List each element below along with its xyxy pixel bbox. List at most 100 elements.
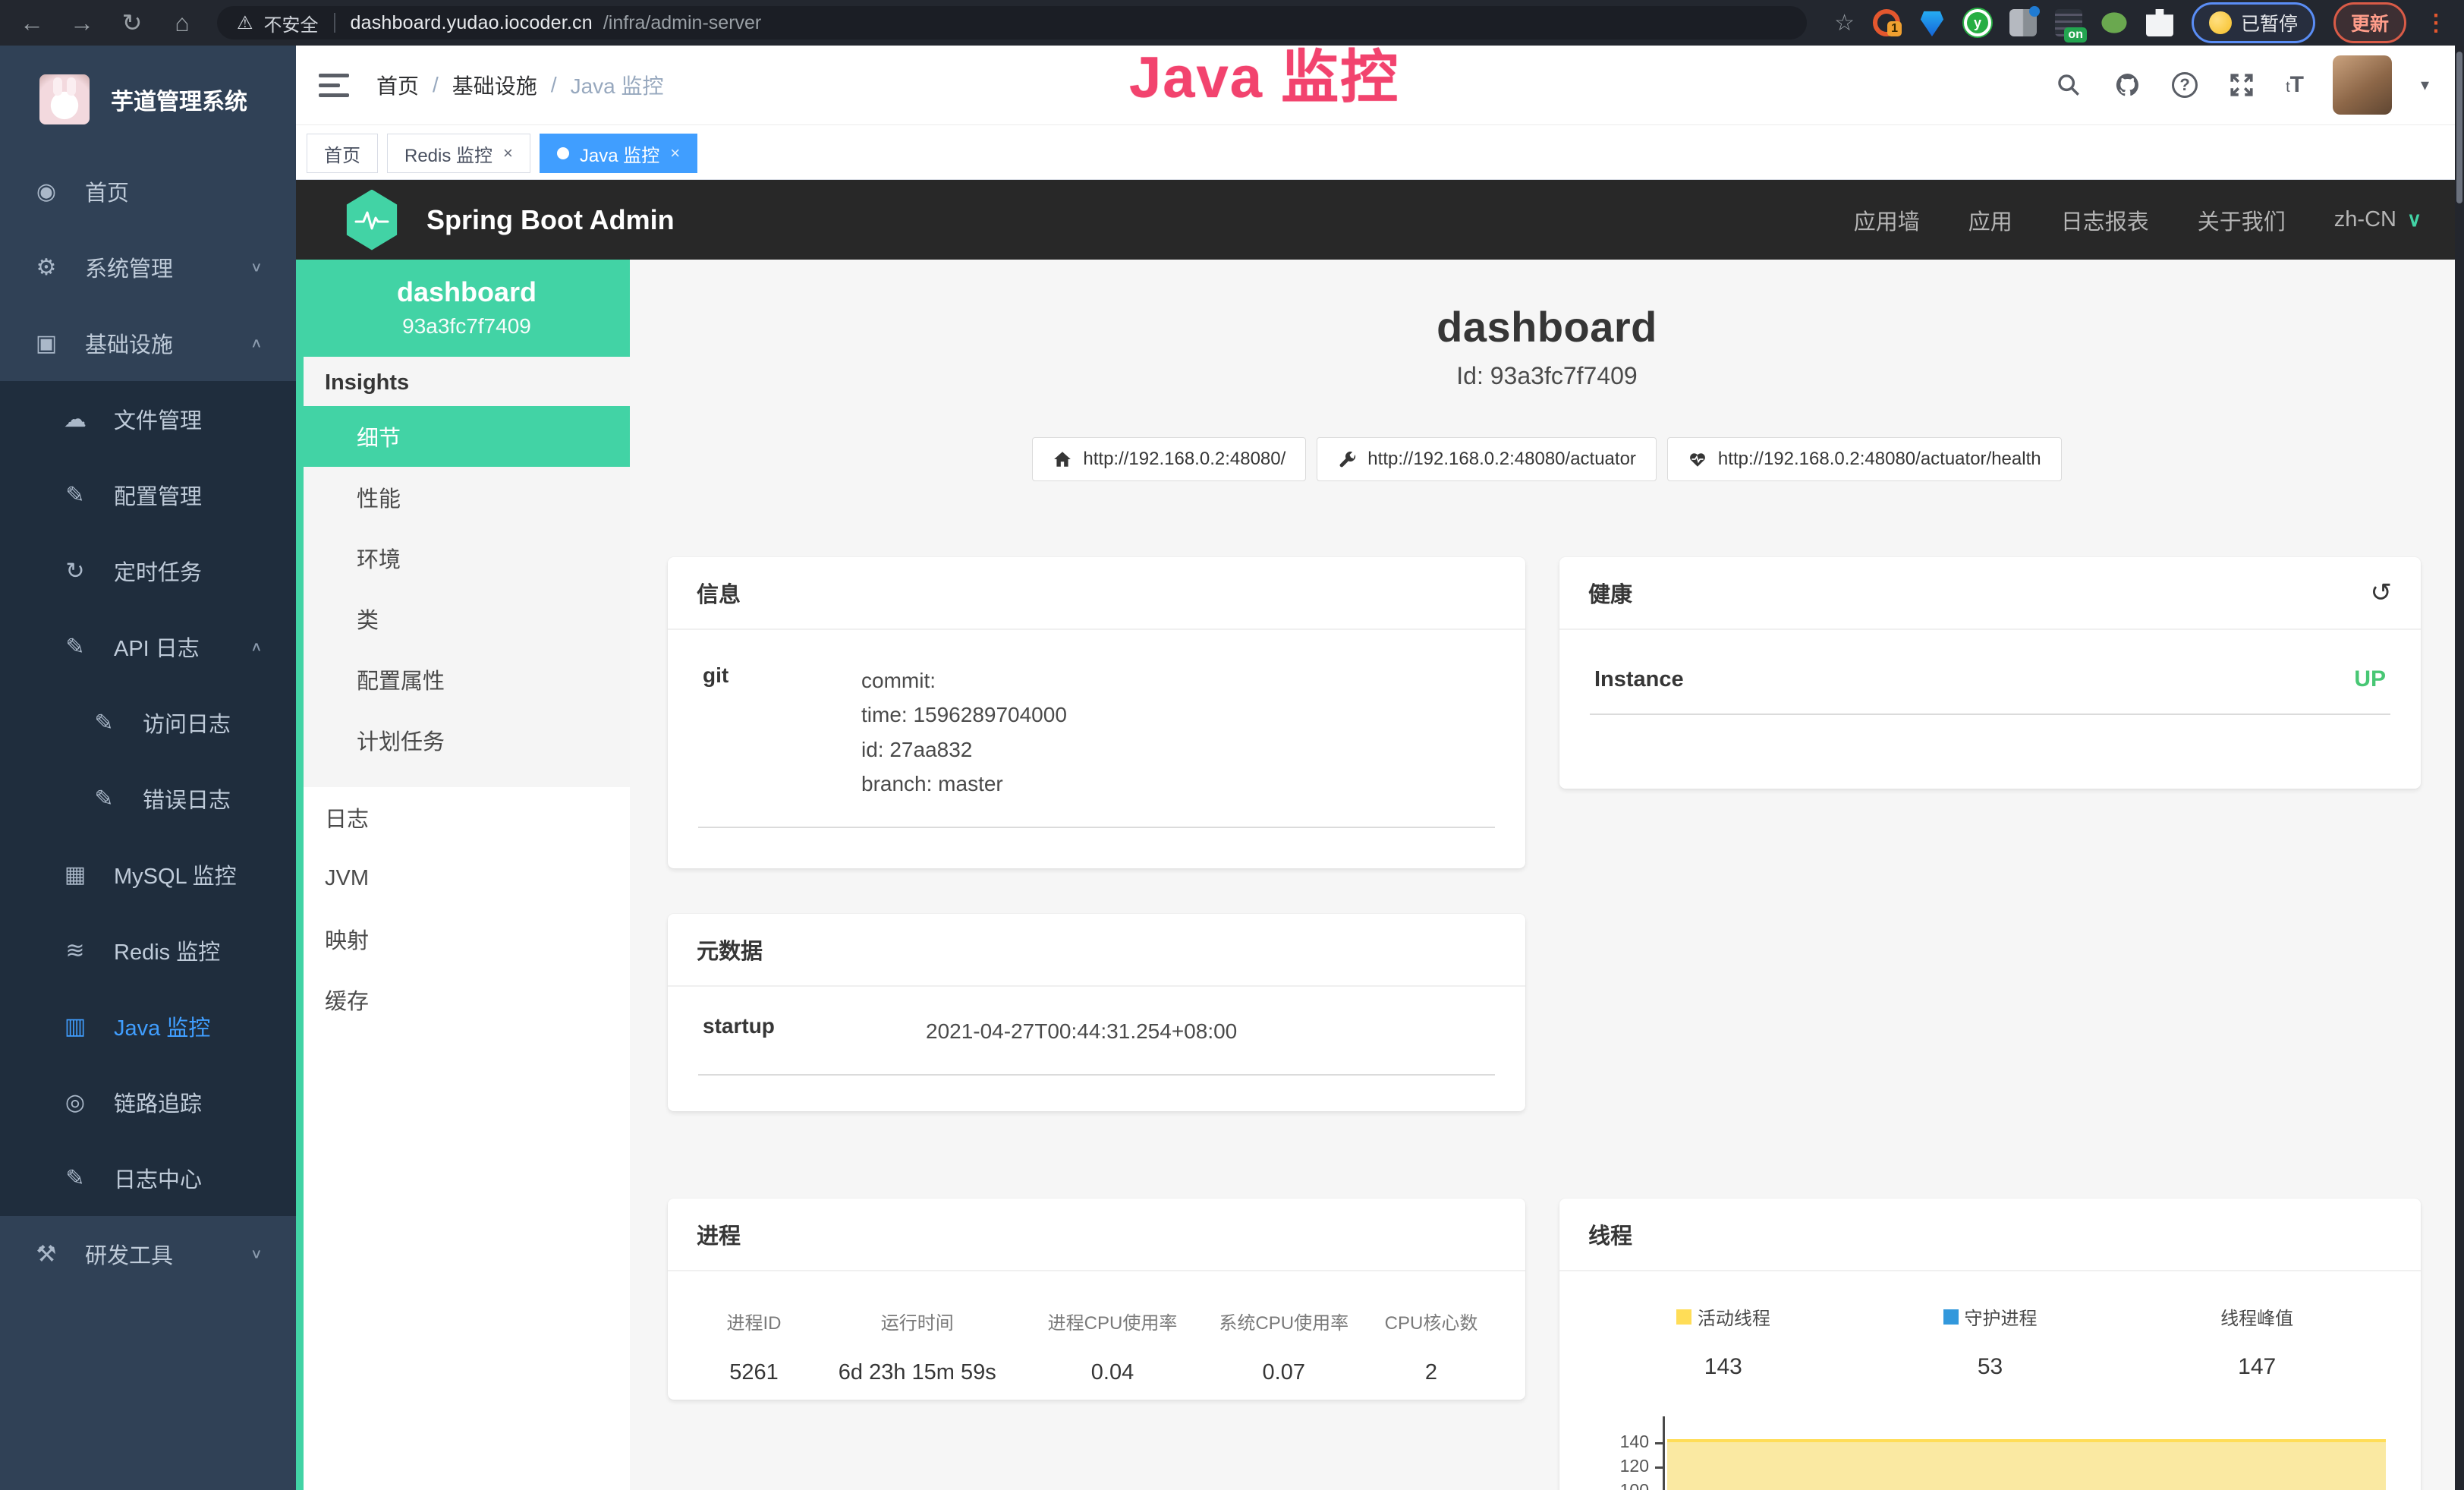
breadcrumb-separator: / — [551, 73, 557, 97]
app-title: 芋道管理系统 — [111, 83, 247, 116]
extension-icon-switch[interactable]: on — [2055, 9, 2082, 36]
tab-Redis 监控[interactable]: Redis 监控× — [387, 134, 530, 173]
close-tab-icon[interactable]: × — [503, 143, 513, 163]
extension-icon-orange[interactable]: 1 — [1873, 9, 1900, 36]
sba-item-配置属性[interactable]: 配置属性 — [304, 649, 630, 710]
process-column-CPU核心数: CPU核心数2 — [1367, 1308, 1495, 1385]
close-tab-icon[interactable]: × — [670, 143, 680, 163]
thread-chart-area-series — [1667, 1439, 2386, 1490]
breadcrumb-item-Java 监控[interactable]: Java 监控 — [571, 70, 664, 100]
sidebar-item-文件管理[interactable]: ☁文件管理 — [0, 381, 296, 457]
sidebar-item-label: 链路追踪 — [114, 1086, 202, 1118]
sidebar-item-MySQL 监控[interactable]: ▦MySQL 监控 — [0, 836, 296, 912]
sba-item-日志[interactable]: 日志 — [304, 787, 630, 848]
sba-instance-id: 93a3fc7f7409 — [311, 314, 622, 339]
sba-item-JVM[interactable]: JVM — [304, 848, 630, 909]
sba-nav-link-日志报表[interactable]: 日志报表 — [2061, 204, 2149, 236]
browser-forward-icon[interactable]: → — [67, 11, 97, 35]
threads-card: 线程 活动线程143守护进程53线程峰值147 — [1559, 1199, 2421, 1490]
sidebar-item-系统管理[interactable]: ⚙系统管理∨ — [0, 229, 296, 305]
extension-icon-pin[interactable] — [1918, 9, 1946, 36]
window-scrollbar[interactable] — [2455, 46, 2464, 1490]
header-actions: ? tT ▾ — [2053, 55, 2429, 115]
user-menu-caret-icon[interactable]: ▾ — [2421, 75, 2429, 95]
sidebar-item-日志中心[interactable]: ✎日志中心 — [0, 1140, 296, 1216]
health-row-label[interactable]: Instance — [1594, 667, 1684, 692]
sba-nav-link-关于我们[interactable]: 关于我们 — [2198, 204, 2286, 236]
tab-Java 监控[interactable]: Java 监控× — [540, 134, 697, 173]
sidebar-item-基础设施[interactable]: ▣基础设施∧ — [0, 305, 296, 381]
extensions-puzzle-icon[interactable] — [2146, 9, 2173, 36]
instance-url-button[interactable]: http://192.168.0.2:48080/ — [1032, 437, 1306, 481]
process-column-value: 6d 23h 15m 59s — [810, 1360, 1025, 1385]
instance-url-button[interactable]: http://192.168.0.2:48080/actuator — [1317, 437, 1657, 481]
sidebar-item-研发工具[interactable]: ⚒研发工具∨ — [0, 1216, 296, 1292]
chrome-update-button[interactable]: 更新 — [2333, 2, 2406, 43]
breadcrumb-item-基础设施[interactable]: 基础设施 — [452, 70, 537, 100]
sidebar-item-label: 系统管理 — [85, 251, 173, 283]
browser-reload-icon[interactable]: ↻ — [117, 11, 147, 35]
breadcrumb-item-首页[interactable]: 首页 — [376, 70, 419, 100]
app-logo-row[interactable]: 芋道管理系统 — [0, 46, 296, 153]
sba-item-映射[interactable]: 映射 — [304, 909, 630, 969]
github-icon[interactable] — [2113, 70, 2143, 100]
sidebar-item-Java 监控[interactable]: ▥Java 监控 — [0, 988, 296, 1064]
extension-icon-grid[interactable] — [2009, 9, 2037, 36]
sidebar-item-链路追踪[interactable]: ◎链路追踪 — [0, 1064, 296, 1140]
sba-nav-link-应用[interactable]: 应用 — [1968, 204, 2012, 236]
sidebar-item-定时任务[interactable]: ↻定时任务 — [0, 533, 296, 609]
log-icon: ✎ — [91, 710, 117, 736]
sba-nav-link-应用墙[interactable]: 应用墙 — [1854, 204, 1920, 236]
scrollbar-thumb[interactable] — [2456, 52, 2462, 203]
sidebar-item-API 日志[interactable]: ✎API 日志∧ — [0, 609, 296, 685]
extension-icon-y[interactable]: y — [1964, 9, 1991, 36]
sba-language-select[interactable]: zh-CN∨ — [2334, 207, 2422, 232]
home-icon — [1053, 449, 1072, 469]
info-card: 信息 git commit: time: 1596289704000 id: 2… — [668, 557, 1525, 868]
browser-back-icon[interactable]: ← — [17, 11, 47, 35]
sba-item-性能[interactable]: 性能 — [304, 467, 630, 528]
chart-ytick-label: 120 — [1590, 1456, 1649, 1476]
sidebar-item-label: 日志中心 — [114, 1162, 202, 1194]
tab-首页[interactable]: 首页 — [307, 134, 378, 173]
redis-icon: ≋ — [62, 937, 88, 964]
sidebar-item-访问日志[interactable]: ✎访问日志 — [0, 685, 296, 761]
browser-menu-icon[interactable]: ⋮ — [2425, 10, 2447, 36]
sba-item-细节[interactable]: 细节 — [304, 406, 630, 467]
profile-paused-chip[interactable]: 已暂停 — [2192, 2, 2315, 43]
address-bar[interactable]: ⚠ 不安全 dashboard.yudao.iocoder.cn/infra/a… — [217, 6, 1807, 39]
sba-item-缓存[interactable]: 缓存 — [304, 969, 630, 1030]
tab-label: 首页 — [324, 140, 360, 167]
info-row-label: git — [698, 663, 861, 801]
sidebar-item-错误日志[interactable]: ✎错误日志 — [0, 761, 296, 836]
search-icon[interactable] — [2053, 70, 2084, 100]
health-history-icon[interactable]: ↺ — [2371, 578, 2393, 608]
edit-icon: ✎ — [62, 482, 88, 509]
update-label: 更新 — [2351, 9, 2389, 36]
spring-boot-admin-logo[interactable] — [345, 190, 399, 250]
sidebar-item-配置管理[interactable]: ✎配置管理 — [0, 457, 296, 533]
process-column-header: 进程ID — [698, 1308, 810, 1334]
instance-url-button[interactable]: http://192.168.0.2:48080/actuator/health — [1667, 437, 2062, 481]
sba-brand-title[interactable]: Spring Boot Admin — [426, 204, 675, 236]
thread-stat-label: 守护进程 — [1965, 1303, 2038, 1330]
hamburger-icon[interactable] — [319, 74, 349, 97]
bookmark-star-icon[interactable]: ☆ — [1834, 10, 1855, 36]
sba-instance-header[interactable]: dashboard 93a3fc7f7409 — [304, 260, 630, 357]
extension-icon-leaf[interactable] — [2101, 9, 2128, 36]
sba-item-计划任务[interactable]: 计划任务 — [304, 710, 630, 770]
browser-home-icon[interactable]: ⌂ — [167, 11, 197, 35]
fullscreen-icon[interactable] — [2226, 70, 2257, 100]
sba-item-环境[interactable]: 环境 — [304, 528, 630, 588]
thread-stat-守护进程: 守护进程53 — [1857, 1303, 2124, 1380]
sidebar-item-首页[interactable]: ◉首页 — [0, 153, 296, 229]
process-column-系统CPU使用率: 系统CPU使用率0.07 — [1201, 1308, 1368, 1385]
sba-item-类[interactable]: 类 — [304, 588, 630, 649]
database-icon: ▦ — [62, 862, 88, 888]
extension-on-badge: on — [2064, 27, 2087, 43]
sidebar-item-Redis 监控[interactable]: ≋Redis 监控 — [0, 912, 296, 988]
help-icon[interactable]: ? — [2172, 72, 2198, 98]
text-size-icon[interactable]: tT — [2286, 72, 2304, 98]
user-avatar[interactable] — [2333, 55, 2392, 115]
sidebar-item-label: Java 监控 — [114, 1010, 210, 1042]
